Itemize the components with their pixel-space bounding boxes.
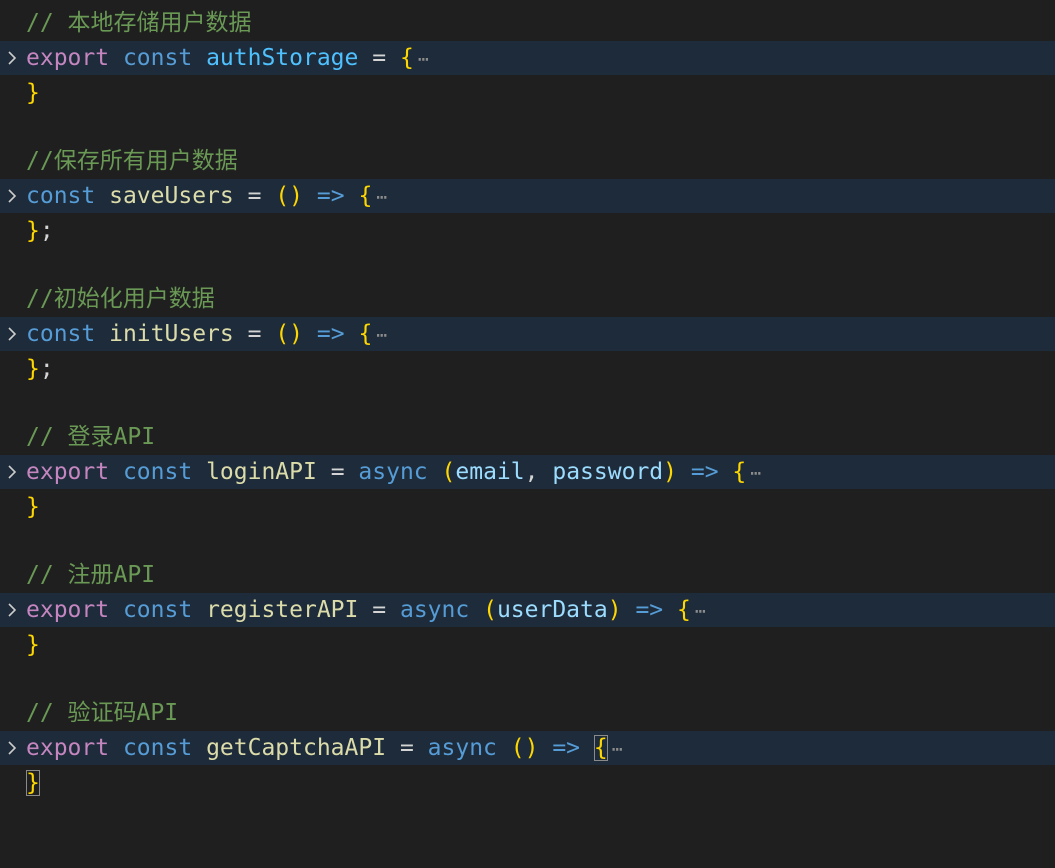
code-line-folded[interactable]: export const getCaptchaAPI = async () =>… [0,731,1055,765]
brace-open: { [677,597,691,623]
param-password: password [552,459,664,485]
keyword-async: async [427,735,497,761]
paren-close: ) [607,597,622,623]
keyword-const: const [122,459,193,485]
brace-close: } [26,632,40,658]
params-parens: () [510,735,539,761]
identifier-name: loginAPI [206,459,317,485]
arrow-operator: => [690,459,719,485]
code-line-comment[interactable]: // 登录API [0,420,1055,454]
fold-chevron-right-icon[interactable] [0,41,24,75]
keyword-const: const [122,45,193,71]
keyword-export: export [26,735,110,761]
brace-open: { [732,459,747,485]
comment-text: // 登录API [26,424,156,450]
params-parens: () [275,183,304,209]
brace-close: } [26,218,40,244]
identifier-name: initUsers [109,321,234,347]
identifier-name: registerAPI [206,597,359,623]
params-parens: () [275,321,304,347]
brace-open-matched: { [593,735,608,761]
code-line-folded[interactable]: export const loginAPI = async (email, pa… [0,455,1055,489]
semicolon: ; [39,356,54,382]
operator-equals: = [372,597,387,623]
code-line-folded[interactable]: const saveUsers = () => {⋯ [0,179,1055,213]
fold-chevron-right-icon[interactable] [0,731,24,765]
code-line-comment[interactable]: // 注册API [0,558,1055,592]
identifier-name: saveUsers [109,183,234,209]
keyword-export: export [26,459,110,485]
semicolon: ; [39,218,54,244]
operator-equals: = [372,45,387,71]
code-line[interactable]: } [0,490,1055,524]
folded-ellipsis-icon[interactable]: ⋯ [418,49,429,70]
keyword-const: const [26,321,96,347]
operator-equals: = [330,459,345,485]
code-line-folded[interactable]: const initUsers = () => {⋯ [0,317,1055,351]
operator-equals: = [247,183,262,209]
paren-open: ( [441,459,456,485]
arrow-operator: => [552,735,581,761]
code-line[interactable]: }; [0,214,1055,248]
brace-open: { [358,183,373,209]
folded-ellipsis-icon[interactable]: ⋯ [376,187,387,208]
code-line-comment[interactable]: //保存所有用户数据 [0,144,1055,178]
brace-open: { [399,45,414,71]
keyword-async: async [358,459,428,485]
keyword-const: const [26,183,96,209]
code-line-comment[interactable]: //初始化用户数据 [0,282,1055,316]
param-email: email [455,459,525,485]
comment-text: //初始化用户数据 [26,286,215,312]
operator-equals: = [247,321,262,347]
comma: , [524,459,539,485]
code-line[interactable]: } [0,628,1055,662]
arrow-operator: => [635,597,664,623]
keyword-const: const [122,735,193,761]
identifier-name: authStorage [206,45,359,71]
keyword-const: const [122,597,193,623]
comment-text: // 注册API [26,562,156,588]
fold-chevron-right-icon[interactable] [0,455,24,489]
fold-chevron-right-icon[interactable] [0,179,24,213]
paren-open: ( [483,597,497,623]
folded-ellipsis-icon[interactable]: ⋯ [750,463,761,484]
param-userdata: userData [496,597,608,623]
fold-chevron-right-icon[interactable] [0,317,24,351]
code-line[interactable]: } [0,766,1055,800]
arrow-operator: => [316,321,345,347]
code-line-comment[interactable]: // 本地存储用户数据 [0,6,1055,40]
code-line[interactable]: }; [0,352,1055,386]
folded-ellipsis-icon[interactable]: ⋯ [376,325,387,346]
paren-close: ) [663,459,677,485]
comment-text: // 本地存储用户数据 [26,10,252,36]
brace-close: } [26,356,40,382]
keyword-export: export [26,597,110,623]
brace-close: } [26,80,40,106]
keyword-async: async [399,597,470,623]
comment-text: //保存所有用户数据 [26,148,238,174]
code-editor[interactable]: // 本地存储用户数据 export const authStorage = {… [0,0,1055,810]
brace-close-matched: } [26,770,40,796]
operator-equals: = [399,735,414,761]
code-line-comment[interactable]: // 验证码API [0,696,1055,730]
folded-ellipsis-icon[interactable]: ⋯ [612,739,623,760]
identifier-name: getCaptchaAPI [206,735,387,761]
fold-chevron-right-icon[interactable] [0,593,24,627]
brace-close: } [26,494,40,520]
comment-text: // 验证码API [26,700,179,726]
code-line-folded[interactable]: export const authStorage = {⋯ [0,41,1055,75]
folded-ellipsis-icon[interactable]: ⋯ [695,601,706,622]
keyword-export: export [26,45,110,71]
arrow-operator: => [316,183,345,209]
brace-open: { [358,321,373,347]
code-line[interactable]: } [0,76,1055,110]
code-line-folded[interactable]: export const registerAPI = async (userDa… [0,593,1055,627]
